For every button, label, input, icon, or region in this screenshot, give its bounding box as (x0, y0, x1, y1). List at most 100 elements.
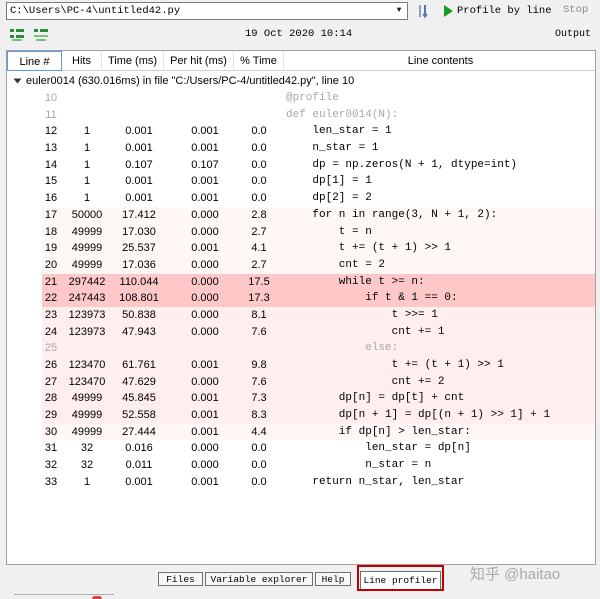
percent-time-cell (234, 340, 284, 357)
per-hit-cell: 0.000 (191, 208, 219, 221)
line-contents-cell: dp[n] = dp[t] + cnt (286, 392, 465, 405)
percent-time-cell: 4.1 (251, 242, 267, 255)
line-number-cell: 26 (44, 359, 58, 371)
table-row[interactable]: 27 123470 47.629 0.000 7.6 cnt += 2 (7, 373, 595, 391)
line-contents-cell: while t >= n: (286, 275, 425, 288)
hits-cell: 1 (83, 192, 91, 205)
table-row[interactable]: 28 49999 45.845 0.001 7.3 dp[n] = dp[t] + cn… (7, 390, 595, 408)
line-contents-cell: dp[n + 1] = dp[(n + 1) >> 1] + 1 (286, 409, 551, 422)
profiler-rows: 10 @profile 11 def euler0014(N): 12 1 0.001 0.0… (7, 90, 595, 491)
per-hit-cell: 0.001 (191, 142, 219, 155)
table-row[interactable]: 18 49999 17.030 0.000 2.7 t = n (7, 223, 595, 241)
line-number-cell: 21 (44, 275, 58, 288)
table-row[interactable]: 31 32 0.016 0.000 0.0 len_star = dp[n] (7, 440, 595, 457)
tab-help[interactable]: Help (315, 572, 351, 586)
table-row[interactable]: 16 1 0.001 0.001 0.0 dp[2] = 2 (7, 190, 595, 207)
line-contents-cell: n_star = n (286, 459, 432, 472)
time-cell: 61.761 (122, 359, 156, 371)
percent-time-cell: 0.0 (251, 125, 267, 138)
per-hit-cell: 0.000 (191, 375, 219, 388)
table-row[interactable]: 14 1 0.107 0.107 0.0 dp = np.zeros(N + 1, dt… (7, 157, 595, 174)
table-row[interactable]: 20 49999 17.036 0.000 2.7 cnt = 2 (7, 256, 595, 274)
output-button[interactable]: Output (555, 29, 591, 40)
time-cell: 0.016 (125, 442, 153, 455)
per-hit-cell (170, 340, 240, 357)
table-row[interactable]: 32 32 0.011 0.000 0.0 n_star = n (7, 457, 595, 474)
line-number-cell: 10 (44, 92, 58, 104)
hits-cell: 1 (83, 142, 91, 155)
time-cell: 47.943 (122, 325, 156, 338)
function-row[interactable]: euler0014 (630.016ms) in file "C:/Users/… (7, 72, 595, 90)
per-hit-cell: 0.107 (191, 158, 219, 171)
column-header-time[interactable]: Time (ms) (102, 51, 164, 71)
line-contents-cell: else: (286, 342, 399, 355)
column-header-line-number[interactable]: Line # (7, 51, 62, 71)
profile-timestamp: 19 Oct 2020 10:14 (245, 28, 353, 40)
time-cell (108, 107, 170, 124)
line-number-cell: 18 (44, 225, 58, 238)
dropdown-arrow-icon[interactable]: ▼ (391, 3, 407, 19)
table-row[interactable]: 12 1 0.001 0.001 0.0 len_star = 1 (7, 123, 595, 140)
time-cell: 17.412 (122, 208, 156, 221)
table-row[interactable]: 25 else: (7, 340, 595, 357)
percent-time-cell: 9.8 (251, 359, 267, 371)
line-number-cell: 13 (44, 142, 58, 155)
table-row[interactable]: 15 1 0.001 0.001 0.0 dp[1] = 1 (7, 173, 595, 190)
collapse-all-icon[interactable] (33, 27, 49, 43)
table-row[interactable]: 13 1 0.001 0.001 0.0 n_star = 1 (7, 140, 595, 157)
per-hit-cell: 0.000 (191, 258, 219, 271)
profiler-results-table[interactable]: Line # Hits Time (ms) Per hit (ms) % Tim… (6, 50, 596, 565)
hits-cell: 50000 (71, 208, 103, 221)
hits-cell: 123470 (68, 375, 106, 388)
file-path-combobox[interactable]: C:\Users\PC-4\untitled42.py ▼ (6, 2, 408, 20)
stop-button[interactable]: Stop (563, 4, 588, 16)
time-cell: 0.001 (125, 175, 153, 188)
play-icon (444, 5, 453, 17)
line-number-cell: 12 (44, 125, 58, 138)
per-hit-cell: 0.001 (191, 242, 219, 255)
per-hit-cell: 0.000 (191, 325, 219, 338)
line-contents-cell: @profile (286, 92, 339, 104)
time-cell: 0.011 (125, 459, 153, 472)
line-contents-cell: for n in range(3, N + 1, 2): (286, 208, 498, 221)
table-row[interactable]: 26 123470 61.761 0.001 9.8 t += (t + 1) >> 1 (7, 357, 595, 374)
table-row[interactable]: 24 123973 47.943 0.000 7.6 cnt += 1 (7, 323, 595, 341)
percent-time-cell: 17.5 (248, 275, 270, 288)
line-number-cell: 25 (44, 342, 58, 355)
table-row[interactable]: 17 50000 17.412 0.000 2.8 for n in range(3, … (7, 206, 595, 224)
table-row[interactable]: 33 1 0.001 0.001 0.0 return n_star, len_star (7, 474, 595, 491)
tab-variable-explorer[interactable]: Variable explorer (205, 572, 313, 586)
line-contents-cell: n_star = 1 (286, 142, 379, 155)
percent-time-cell: 0.0 (251, 192, 267, 205)
line-number-cell: 14 (44, 158, 58, 171)
expand-all-icon[interactable] (9, 27, 25, 43)
table-row[interactable]: 19 49999 25.537 0.001 4.1 t += (t + 1) >> 1 (7, 240, 595, 257)
time-cell: 110.044 (119, 275, 159, 288)
browse-folder-icon[interactable] (416, 2, 434, 20)
per-hit-cell: 0.000 (191, 275, 219, 288)
per-hit-cell (170, 107, 240, 124)
line-contents-cell: dp = np.zeros(N + 1, dtype=int) (286, 158, 518, 171)
table-row[interactable]: 22 247443 108.801 0.000 17.3 if t & 1 == 0: (7, 290, 595, 307)
line-number-cell: 27 (44, 375, 58, 388)
column-header-hits[interactable]: Hits (62, 51, 102, 71)
table-row[interactable]: 29 49999 52.558 0.001 8.3 dp[n + 1] = dp[(n … (7, 407, 595, 424)
profile-by-line-button[interactable]: Profile by line (444, 1, 552, 21)
table-row[interactable]: 30 49999 27.444 0.001 4.4 if dp[n] > len_sta… (7, 423, 595, 441)
line-contents-cell: t += (t + 1) >> 1 (286, 242, 452, 255)
hits-cell: 123973 (68, 308, 106, 321)
percent-time-cell (234, 107, 284, 124)
collapse-triangle-icon[interactable] (13, 78, 22, 84)
tab-files[interactable]: Files (158, 572, 203, 586)
table-row[interactable]: 21 297442 110.044 0.000 17.5 while t >= n: (7, 273, 595, 291)
table-row[interactable]: 10 @profile (7, 90, 595, 107)
column-header-line-contents[interactable]: Line contents (284, 51, 595, 71)
column-header-per-hit[interactable]: Per hit (ms) (164, 51, 234, 71)
table-row[interactable]: 23 123973 50.838 0.000 8.1 t >>= 1 (7, 306, 595, 324)
time-cell: 0.001 (125, 475, 153, 488)
table-row[interactable]: 11 def euler0014(N): (7, 107, 595, 124)
per-hit-cell: 0.000 (191, 225, 219, 238)
column-header-percent-time[interactable]: % Time (234, 51, 284, 71)
percent-time-cell: 7.3 (251, 392, 267, 405)
line-contents-cell: if dp[n] > len_star: (286, 425, 471, 438)
